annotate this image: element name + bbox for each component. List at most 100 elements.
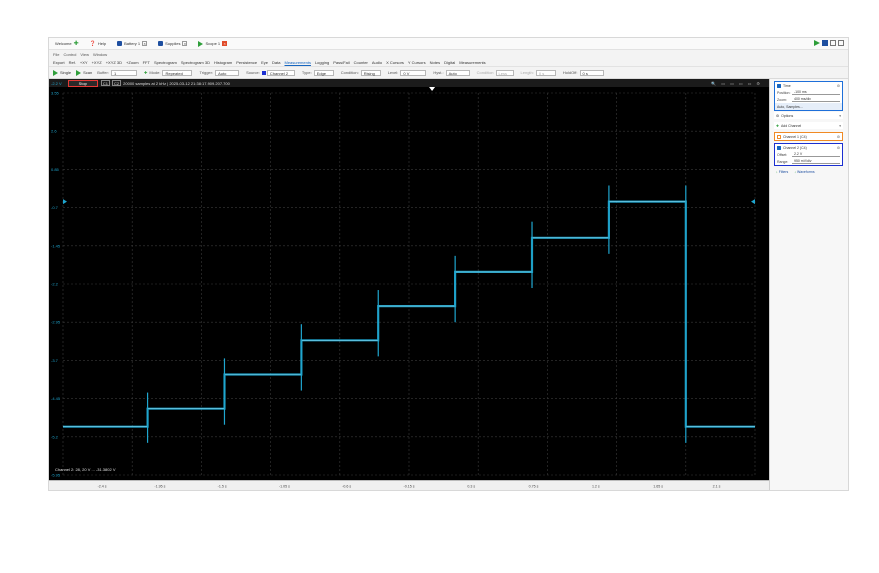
checkbox-icon[interactable] <box>777 83 781 88</box>
feature-histogram[interactable]: Histogram <box>214 60 232 65</box>
buffer-control: Buffer: 1 <box>97 69 139 76</box>
y-tick-label: -5.95 <box>51 473 61 478</box>
hyst-input[interactable]: Auto <box>445 69 470 76</box>
menu-window[interactable]: Window <box>93 52 107 57</box>
single-button[interactable]: Single <box>53 69 71 76</box>
feature-logging[interactable]: Logging <box>315 60 329 65</box>
acquisition-toolbar: Single Scan Buffer: 1 ✚ Mode: Repeated Trig… <box>49 67 848 79</box>
feature-pass-fail[interactable]: Pass/Fail <box>333 60 349 65</box>
plot-tools-icon[interactable]: 🔍▭▭▭▭⚙ <box>711 81 765 86</box>
feature-digital[interactable]: Digital <box>444 60 455 65</box>
window-controls <box>814 40 844 46</box>
time-header[interactable]: Time ⚙ <box>775 82 842 89</box>
gear-icon[interactable]: ⚙ <box>837 146 840 150</box>
y-tick-label: 2.6 <box>51 129 57 134</box>
feature-notes[interactable]: Notes <box>430 60 440 65</box>
time-card: Time ⚙ Position: -100 ms Zoom: 400 ms/div A… <box>774 81 843 111</box>
layout-icon[interactable] <box>830 40 836 46</box>
feature-persistence[interactable]: Persistence <box>236 60 257 65</box>
scan-button[interactable]: Scan <box>76 69 92 76</box>
position-label: Position: <box>777 90 791 95</box>
menu-file[interactable]: File <box>53 52 59 57</box>
feature--xyz[interactable]: +XYZ <box>92 60 102 65</box>
settings-panel: Time ⚙ Position: -100 ms Zoom: 400 ms/div A… <box>769 79 848 490</box>
range-select[interactable]: 950 mV/div <box>792 159 840 164</box>
chevron-down-icon: ▾ <box>839 113 841 118</box>
trigger-select[interactable]: Auto <box>215 69 240 76</box>
holdoff-input[interactable]: 0 s <box>579 69 604 76</box>
add-channel-row[interactable]: ✚ Add Channel ▾ <box>774 122 843 129</box>
feature-ref-[interactable]: Ref. <box>69 60 76 65</box>
source-select[interactable]: Channel 2 <box>266 69 295 76</box>
y-tick-label: 0.85 <box>51 167 60 172</box>
channel-2-header[interactable]: Channel 2 (C4) ⚙ <box>775 144 842 151</box>
tab-label: Battery 1 <box>124 41 141 46</box>
hyst-label: Hyst.: <box>433 70 444 75</box>
feature--zoom[interactable]: +Zoom <box>126 60 139 65</box>
zoom-select[interactable]: 400 ms/div <box>792 97 840 102</box>
condition2-select[interactable]: Less <box>495 69 514 76</box>
offset-input[interactable]: 2.2 V <box>792 152 840 157</box>
feature-audio[interactable]: Audio <box>372 60 382 65</box>
position-input[interactable]: -100 ms <box>792 90 840 95</box>
holdoff-label: HoldOff: <box>562 70 578 75</box>
buffer-input[interactable]: 1 <box>110 69 137 76</box>
x-tick-labels: -2.4 s -1.95 s -1.5 s -1.05 s -0.6 s -0.15 s 0… <box>98 484 721 488</box>
condition2-control: Condition Less <box>477 69 516 76</box>
y-tick-label: -5.2 <box>51 434 59 439</box>
channel-1-card[interactable]: Channel 1 (C4) ⚙ <box>774 132 843 141</box>
feature-x-cursors[interactable]: X Cursors <box>386 60 404 65</box>
channel-1-toggle[interactable]: C1 <box>100 80 111 86</box>
close-icon[interactable]: × <box>142 41 148 46</box>
holdoff-control: HoldOff: 0 s <box>562 69 606 76</box>
feature-spectrogram[interactable]: Spectrogram <box>154 60 177 65</box>
menu-bar: File Control View Window <box>49 50 848 58</box>
feature-measurements[interactable]: Measurements <box>459 60 485 65</box>
tab-help[interactable]: ❓ Help <box>88 39 108 49</box>
feature-spectrogram-3d[interactable]: Spectrogram 3D <box>181 60 210 65</box>
waveforms-button[interactable]: Waveforms <box>797 170 815 174</box>
mode-select[interactable]: Repeated <box>162 69 193 76</box>
add-channel-label: Add Channel <box>780 123 802 128</box>
auto-samples-button[interactable]: Auto, Samples... <box>775 103 842 110</box>
zoom-label: Zoom: <box>777 97 787 102</box>
checkbox-icon[interactable] <box>777 145 781 150</box>
feature-counter[interactable]: Counter <box>354 60 368 65</box>
options-row[interactable]: ⚙ Options ▾ <box>774 112 843 119</box>
tab-supplies[interactable]: Supplies × <box>156 39 189 49</box>
level-input[interactable]: 0 V <box>400 69 427 76</box>
waveform-icon: ↓ <box>794 169 797 174</box>
feature-export[interactable]: Export <box>53 60 65 65</box>
feature--xyz-3d[interactable]: +XYZ 3D <box>106 60 122 65</box>
stop-icon[interactable] <box>822 40 828 46</box>
x-tick-label: 2.1 s <box>713 484 721 488</box>
y-tick-label: -3.7 <box>51 358 59 363</box>
gear-icon[interactable]: ⚙ <box>837 84 840 88</box>
scope-plot[interactable]: 3.55 2.6 0.85 -0.7 -1.45 -2.2 -2.95 -3.7 -4.45 -5… <box>49 87 769 480</box>
feature-data[interactable]: Data <box>272 60 280 65</box>
close-icon[interactable]: × <box>222 41 228 46</box>
gear-icon[interactable]: ⚙ <box>837 135 840 139</box>
condition-select[interactable]: Rising <box>360 69 381 76</box>
help-icon[interactable] <box>838 40 844 46</box>
tab-battery-1[interactable]: Battery 1 × <box>115 39 149 49</box>
type-select[interactable]: Edge <box>313 69 334 76</box>
channel-2-toggle[interactable]: C2 <box>112 80 122 86</box>
menu-control[interactable]: Control <box>63 52 76 57</box>
stop-button[interactable]: Stop <box>67 79 98 87</box>
tab-label: Supplies <box>165 41 181 46</box>
tab-welcome[interactable]: Welcome ✚ <box>53 39 81 49</box>
menu-view[interactable]: View <box>80 52 89 57</box>
level-label: Level: <box>387 70 399 75</box>
filters-button[interactable]: Filters <box>779 170 789 174</box>
feature-y-cursors[interactable]: Y Cursors <box>408 60 426 65</box>
close-icon[interactable]: × <box>182 41 188 46</box>
checkbox-icon[interactable] <box>777 134 781 139</box>
length-input[interactable]: 0 s <box>535 69 556 76</box>
feature-measurements[interactable]: Measurements <box>284 60 310 65</box>
feature-eye[interactable]: Eye <box>261 60 268 65</box>
tab-scope-1[interactable]: Scope 1 × <box>196 39 229 49</box>
run-icon[interactable] <box>814 40 820 46</box>
feature--xy[interactable]: +XY <box>80 60 88 65</box>
feature-fft[interactable]: FFT <box>143 60 150 65</box>
